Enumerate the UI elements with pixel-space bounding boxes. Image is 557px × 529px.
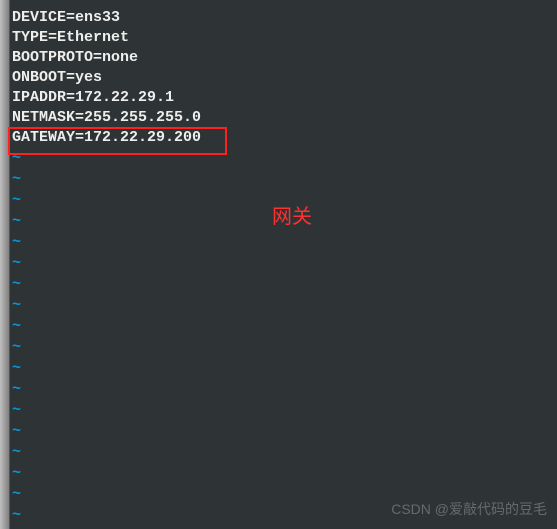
config-line-type: TYPE=Ethernet xyxy=(12,28,557,48)
tilde-line: ~ xyxy=(12,379,557,400)
config-line-gateway: GATEWAY=172.22.29.200 xyxy=(12,128,557,148)
tilde-line: ~ xyxy=(12,274,557,295)
tilde-line: ~ xyxy=(12,463,557,484)
tilde-line: ~ xyxy=(12,316,557,337)
tilde-line: ~ xyxy=(12,253,557,274)
tilde-line: ~ xyxy=(12,400,557,421)
config-line-bootproto: BOOTPROTO=none xyxy=(12,48,557,68)
terminal-content: DEVICE=ens33 TYPE=Ethernet BOOTPROTO=non… xyxy=(0,0,557,526)
config-line-ipaddr: IPADDR=172.22.29.1 xyxy=(12,88,557,108)
tilde-line: ~ xyxy=(12,442,557,463)
config-line-onboot: ONBOOT=yes xyxy=(12,68,557,88)
tilde-line: ~ xyxy=(12,148,557,169)
watermark: CSDN @爱敲代码的豆毛 xyxy=(391,499,547,519)
config-line-netmask: NETMASK=255.255.255.0 xyxy=(12,108,557,128)
tilde-line: ~ xyxy=(12,337,557,358)
tilde-line: ~ xyxy=(12,295,557,316)
tilde-line: ~ xyxy=(12,232,557,253)
tilde-line: ~ xyxy=(12,169,557,190)
tilde-line: ~ xyxy=(12,421,557,442)
tilde-line: ~ xyxy=(12,358,557,379)
config-line-device: DEVICE=ens33 xyxy=(12,8,557,28)
annotation-gateway: 网关 xyxy=(272,200,312,229)
